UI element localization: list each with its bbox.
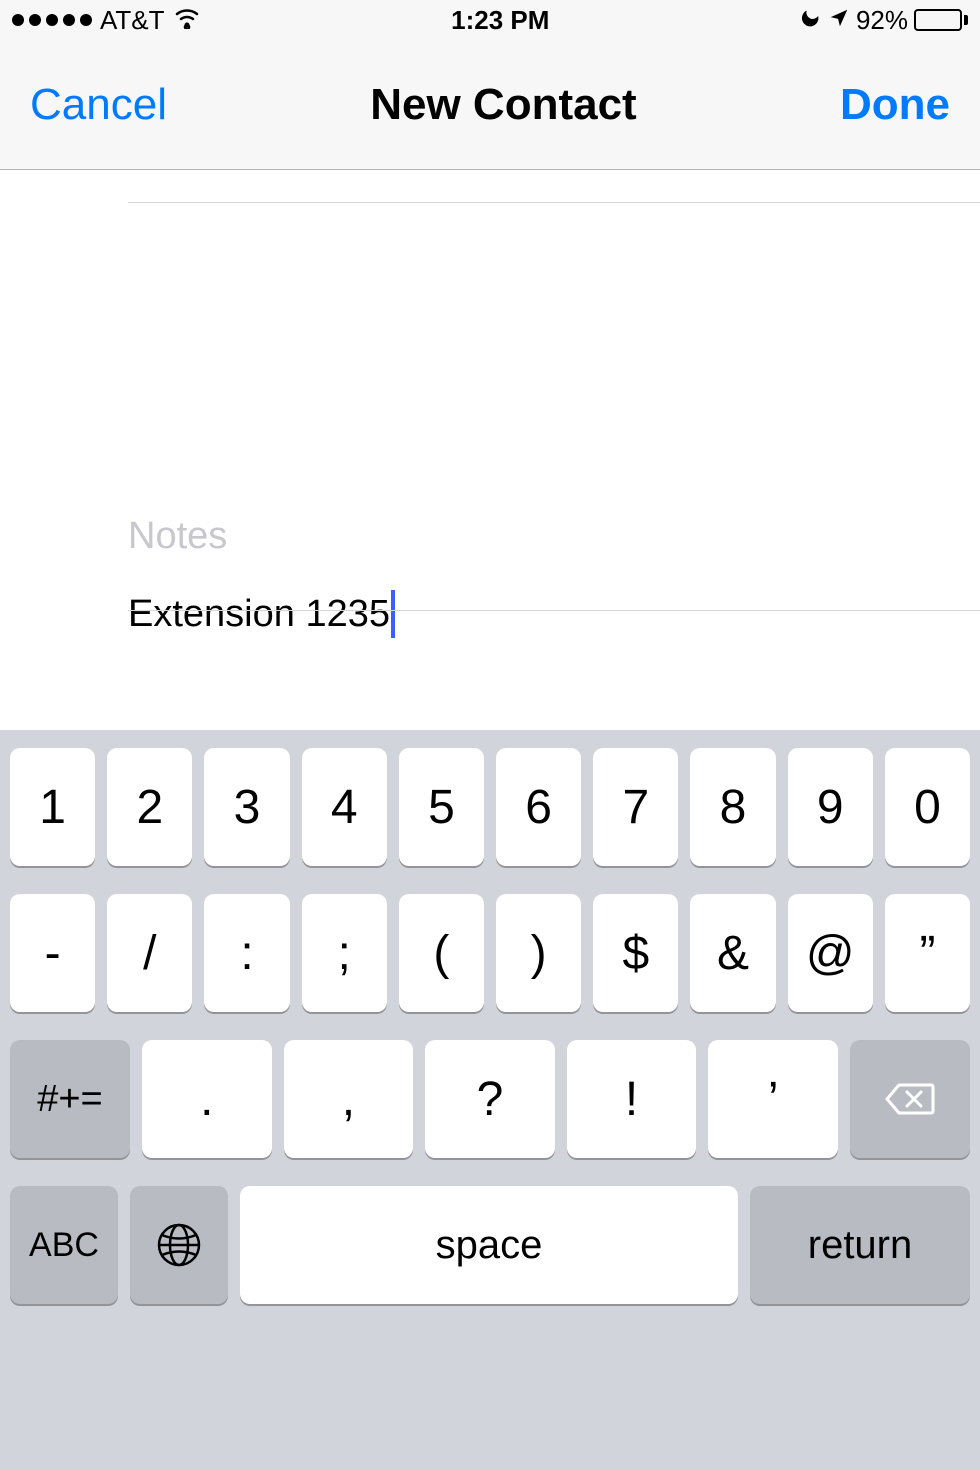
key-3[interactable]: 3 — [204, 748, 289, 866]
battery-percent: 92% — [856, 5, 908, 36]
globe-icon — [156, 1222, 202, 1268]
key-comma[interactable]: , — [284, 1040, 414, 1158]
key-colon[interactable]: : — [204, 894, 289, 1012]
key-open-paren[interactable]: ( — [399, 894, 484, 1012]
divider — [128, 610, 980, 611]
location-icon — [828, 5, 850, 36]
contact-form: Notes Extension 1235 — [0, 170, 980, 730]
key-2[interactable]: 2 — [107, 748, 192, 866]
key-9[interactable]: 9 — [788, 748, 873, 866]
notes-section[interactable]: Notes Extension 1235 — [128, 515, 950, 638]
wifi-icon — [173, 5, 201, 36]
key-5[interactable]: 5 — [399, 748, 484, 866]
keyboard-row-2: - / : ; ( ) $ & @ ” — [10, 894, 970, 1012]
key-8[interactable]: 8 — [690, 748, 775, 866]
carrier-label: AT&T — [100, 5, 165, 36]
battery-icon — [914, 9, 968, 31]
key-return[interactable]: return — [750, 1186, 970, 1304]
key-dash[interactable]: - — [10, 894, 95, 1012]
keyboard-row-3: #+= . , ? ! ’ — [10, 1040, 970, 1158]
key-quote[interactable]: ” — [885, 894, 970, 1012]
key-0[interactable]: 0 — [885, 748, 970, 866]
status-left: AT&T — [12, 5, 201, 36]
text-cursor — [391, 590, 395, 638]
key-exclaim[interactable]: ! — [567, 1040, 697, 1158]
key-ampersand[interactable]: & — [690, 894, 775, 1012]
status-time: 1:23 PM — [451, 5, 549, 36]
key-abc[interactable]: ABC — [10, 1186, 118, 1304]
keyboard-row-4: ABC space return — [10, 1186, 970, 1304]
key-4[interactable]: 4 — [302, 748, 387, 866]
cancel-button[interactable]: Cancel — [30, 80, 167, 130]
status-bar: AT&T 1:23 PM 92% — [0, 0, 980, 40]
key-globe[interactable] — [130, 1186, 228, 1304]
key-question[interactable]: ? — [425, 1040, 555, 1158]
key-at[interactable]: @ — [788, 894, 873, 1012]
key-1[interactable]: 1 — [10, 748, 95, 866]
backspace-icon — [885, 1081, 935, 1117]
key-semicolon[interactable]: ; — [302, 894, 387, 1012]
notes-input[interactable]: Extension 1235 — [128, 590, 950, 638]
divider — [128, 202, 980, 203]
do-not-disturb-icon — [795, 2, 826, 39]
key-apostrophe[interactable]: ’ — [708, 1040, 838, 1158]
key-more-symbols[interactable]: #+= — [10, 1040, 130, 1158]
key-period[interactable]: . — [142, 1040, 272, 1158]
signal-strength-icon — [12, 14, 92, 26]
keyboard: 1 2 3 4 5 6 7 8 9 0 - / : ; ( ) $ & @ ” … — [0, 730, 980, 1470]
key-backspace[interactable] — [850, 1040, 970, 1158]
key-6[interactable]: 6 — [496, 748, 581, 866]
status-right: 92% — [800, 5, 968, 36]
key-slash[interactable]: / — [107, 894, 192, 1012]
done-button[interactable]: Done — [840, 80, 950, 130]
notes-label: Notes — [128, 515, 950, 558]
key-close-paren[interactable]: ) — [496, 894, 581, 1012]
keyboard-row-1: 1 2 3 4 5 6 7 8 9 0 — [10, 748, 970, 866]
key-space[interactable]: space — [240, 1186, 738, 1304]
page-title: New Contact — [370, 80, 636, 130]
key-dollar[interactable]: $ — [593, 894, 678, 1012]
key-7[interactable]: 7 — [593, 748, 678, 866]
navigation-bar: Cancel New Contact Done — [0, 40, 980, 170]
notes-text: Extension 1235 — [128, 593, 390, 636]
